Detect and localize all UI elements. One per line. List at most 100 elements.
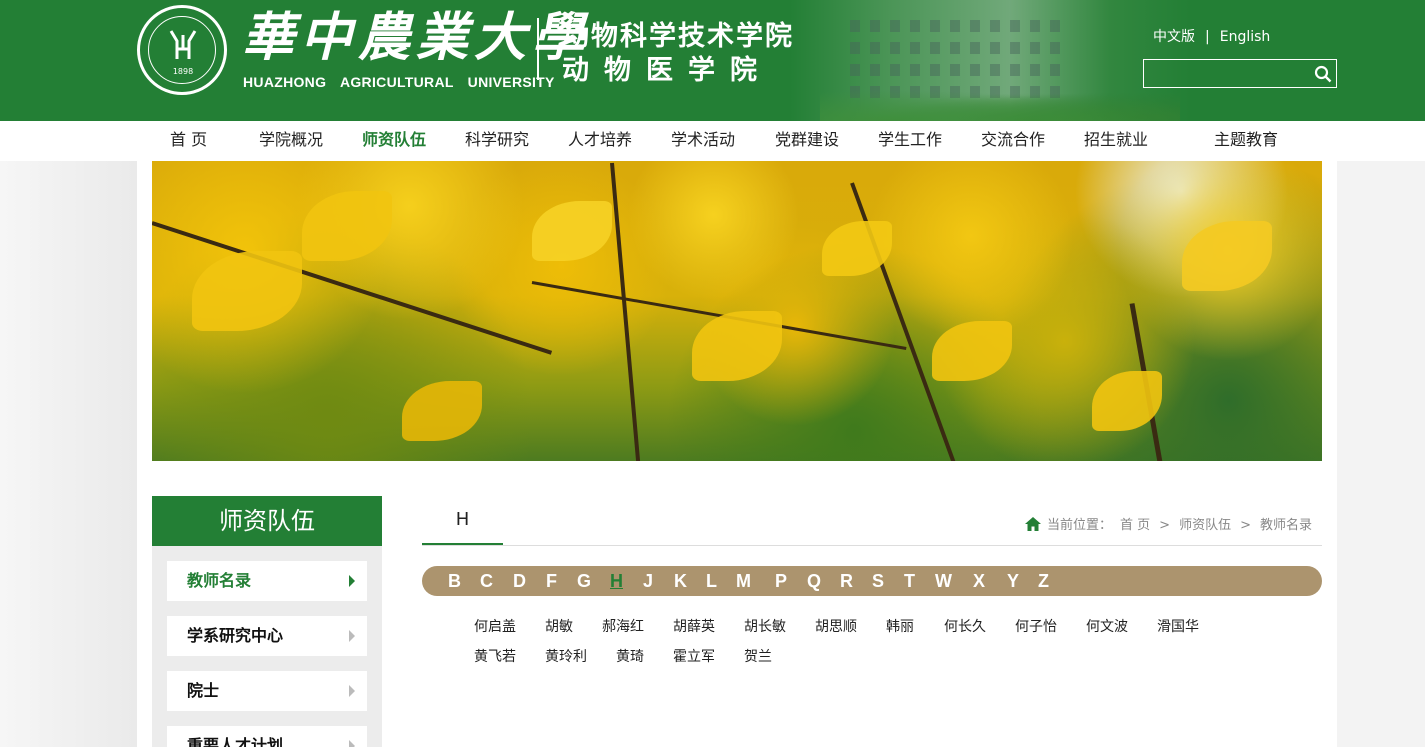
sidebar-item-label: 学系研究中心 [187, 626, 284, 645]
seal-inner-ring: 1898 [148, 16, 216, 84]
tab-letter-h[interactable]: H [422, 505, 503, 545]
university-name-en[interactable]: HUAZHONG AGRICULTURAL UNIVERSITY [243, 74, 555, 90]
search-input[interactable] [1144, 60, 1314, 87]
letter-d-link[interactable]: D [513, 566, 526, 596]
university-seal-logo[interactable]: 1898 [137, 5, 227, 95]
letter-s-link[interactable]: S [872, 566, 884, 596]
teacher-name-link[interactable]: 何启盖 [474, 616, 516, 636]
teacher-name-link[interactable]: 何长久 [944, 616, 986, 636]
sidebar-title: 师资队伍 [152, 496, 382, 546]
teacher-name-link[interactable]: 胡薛英 [673, 616, 715, 636]
nav-item-theme[interactable]: 主题教育 [1214, 121, 1278, 161]
building-window [1050, 64, 1060, 76]
letter-g-link[interactable]: G [577, 566, 591, 596]
teacher-name-link[interactable]: 何文波 [1086, 616, 1128, 636]
letter-q-link[interactable]: Q [807, 566, 821, 596]
breadcrumb-home-link[interactable]: 首 页 [1120, 518, 1150, 533]
search-icon[interactable] [1314, 65, 1332, 83]
teacher-name-link[interactable]: 滑国华 [1157, 616, 1199, 636]
letter-y-link[interactable]: Y [1007, 566, 1019, 596]
page-left-background [0, 161, 137, 747]
header-divider [537, 18, 539, 80]
building-window [1030, 64, 1040, 76]
banner-leaf [402, 381, 482, 441]
sidebar-item-faculty-directory[interactable]: 教师名录 [167, 561, 367, 601]
building-window [990, 20, 1000, 32]
nav-item-academic[interactable]: 学术活动 [671, 121, 735, 161]
seal-emblem-icon [169, 30, 197, 59]
teacher-name-link[interactable]: 霍立军 [673, 646, 715, 666]
chevron-right-icon [349, 630, 355, 642]
teacher-name-link[interactable]: 黄琦 [616, 646, 644, 666]
building-window [1010, 20, 1020, 32]
nav-item-faculty[interactable]: 师资队伍 [362, 121, 426, 161]
letter-z-link[interactable]: Z [1038, 566, 1049, 596]
building-window [990, 42, 1000, 54]
banner-leaf [532, 201, 612, 261]
teacher-name-link[interactable]: 胡思顺 [815, 616, 857, 636]
building-window [890, 64, 900, 76]
letter-k-link[interactable]: K [674, 566, 687, 596]
sidebar-item-talent-programs[interactable]: 重要人才计划 [167, 726, 367, 747]
building-window [1010, 64, 1020, 76]
nav-item-exchange[interactable]: 交流合作 [981, 121, 1045, 161]
teacher-name-link[interactable]: 黄飞若 [474, 646, 516, 666]
banner-leaf [192, 251, 302, 331]
teacher-name-link[interactable]: 何子怡 [1015, 616, 1057, 636]
sidebar-item-departments[interactable]: 学系研究中心 [167, 616, 367, 656]
lang-separator: | [1205, 29, 1210, 45]
letter-m-link[interactable]: M [736, 566, 751, 596]
breadcrumb-current[interactable]: 教师名录 [1260, 518, 1312, 533]
building-window [930, 42, 940, 54]
chevron-right-icon [349, 740, 355, 747]
sidebar-menu: 教师名录 学系研究中心 院士 重要人才计划 [152, 546, 382, 747]
teacher-name-link[interactable]: 胡敏 [545, 616, 573, 636]
building-window [950, 64, 960, 76]
letter-r-link[interactable]: R [840, 566, 853, 596]
teacher-name-link[interactable]: 黄玲利 [545, 646, 587, 666]
building-window [850, 42, 860, 54]
letter-x-link[interactable]: X [973, 566, 985, 596]
nav-item-party[interactable]: 党群建设 [775, 121, 839, 161]
letter-l-link[interactable]: L [706, 566, 717, 596]
nav-item-students[interactable]: 学生工作 [878, 121, 942, 161]
home-icon [1025, 517, 1041, 531]
teacher-name-link[interactable]: 韩丽 [886, 616, 914, 636]
letter-index-bar: BCDFGHJKLMPQRSTWXYZ [422, 566, 1322, 596]
building-window [890, 20, 900, 32]
letter-f-link[interactable]: F [546, 566, 557, 596]
nav-item-education[interactable]: 人才培养 [568, 121, 632, 161]
letter-w-link[interactable]: W [935, 566, 952, 596]
teacher-name-link[interactable]: 贺兰 [744, 646, 772, 666]
nav-item-overview[interactable]: 学院概况 [259, 121, 323, 161]
building-window [970, 64, 980, 76]
banner-leaf [1182, 221, 1272, 291]
letter-p-link[interactable]: P [775, 566, 787, 596]
sidebar-item-label: 重要人才计划 [187, 736, 284, 747]
breadcrumb: 当前位置： 首 页 > 师资队伍 > 教师名录 [1025, 514, 1312, 533]
nav-item-admissions[interactable]: 招生就业 [1084, 121, 1148, 161]
teacher-name-link[interactable]: 胡长敏 [744, 616, 786, 636]
letter-h-link[interactable]: H [610, 566, 623, 596]
letter-b-link[interactable]: B [448, 566, 461, 596]
sidebar-item-label: 教师名录 [187, 571, 252, 590]
lang-cn-link[interactable]: 中文版 [1153, 29, 1195, 45]
banner-leaf [692, 311, 782, 381]
nav-item-research[interactable]: 科学研究 [465, 121, 529, 161]
breadcrumb-separator: > [1240, 518, 1251, 533]
lang-en-link[interactable]: English [1220, 29, 1271, 45]
chevron-right-icon [349, 685, 355, 697]
building-window [950, 42, 960, 54]
letter-t-link[interactable]: T [904, 566, 915, 596]
letter-c-link[interactable]: C [480, 566, 493, 596]
banner-leaf [932, 321, 1012, 381]
sidebar-item-academicians[interactable]: 院士 [167, 671, 367, 711]
breadcrumb-separator: > [1159, 518, 1171, 533]
letter-j-link[interactable]: J [643, 566, 653, 596]
building-window [990, 64, 1000, 76]
teacher-name-link[interactable]: 郝海红 [602, 616, 644, 636]
main-nav: 首 页 学院概况 师资队伍 科学研究 人才培养 学术活动 党群建设 学生工作 交… [0, 121, 1425, 161]
building-window [1010, 42, 1020, 54]
breadcrumb-faculty-link[interactable]: 师资队伍 [1179, 518, 1231, 533]
nav-item-home[interactable]: 首 页 [170, 121, 207, 161]
